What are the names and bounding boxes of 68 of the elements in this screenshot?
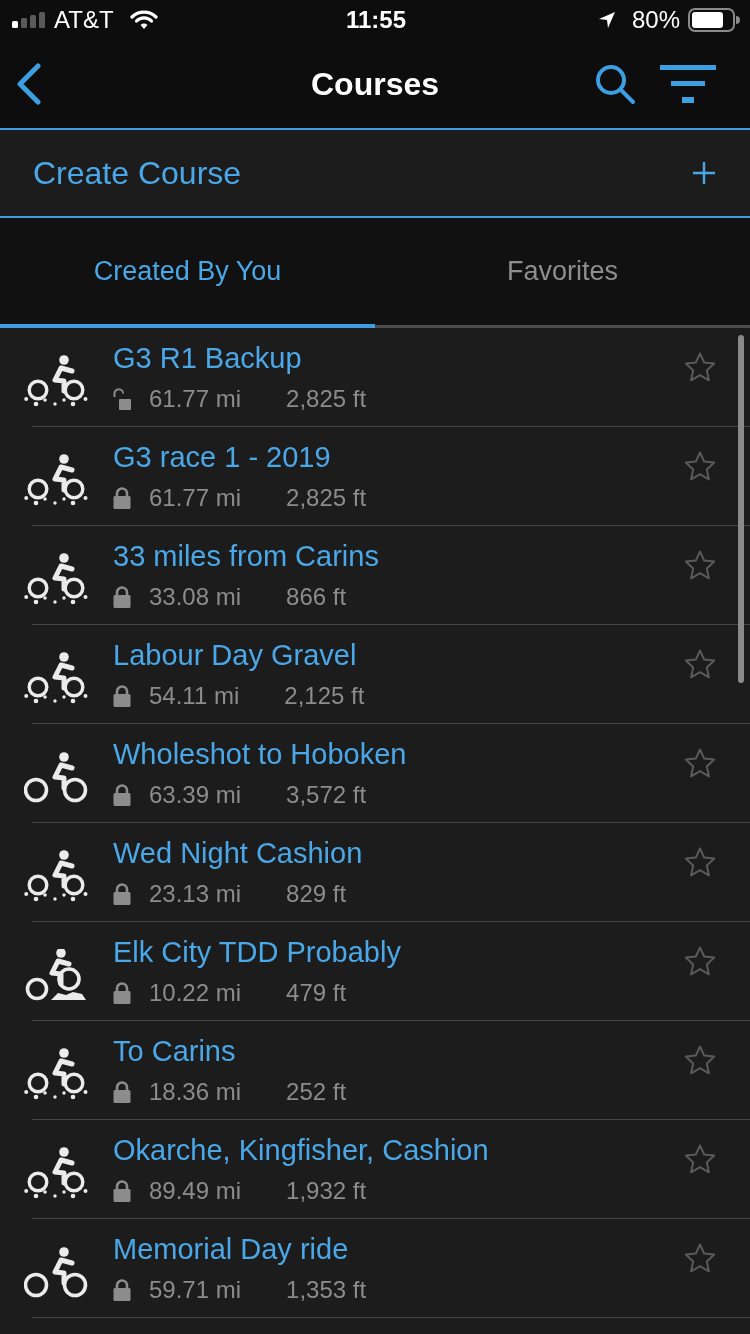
star-icon[interactable] [684, 352, 716, 383]
tab[interactable]: Favorites [375, 218, 750, 328]
cyclist-on-gravel-icon [24, 652, 88, 704]
cyclist-on-gravel-icon [24, 454, 88, 506]
battery-icon [688, 8, 740, 32]
course-name[interactable]: G3 R1 Backup [113, 340, 302, 376]
wifi-icon [129, 10, 158, 30]
cyclist-on-hill-icon [24, 949, 88, 1001]
course-distance: 18.36 mi [149, 1077, 242, 1107]
course-distance: 61.77 mi [149, 384, 242, 414]
star-icon[interactable] [684, 847, 716, 878]
course-elevation: 1,932 ft [286, 1176, 367, 1206]
course-elevation: 866 ft [286, 582, 347, 612]
carrier-name: AT&T [54, 6, 114, 34]
course-distance: 10.22 mi [149, 978, 242, 1008]
course-name[interactable]: Wed Night Cashion [113, 835, 363, 871]
course-name[interactable]: Wholeshot to Hoboken [113, 736, 407, 772]
course-distance: 59.71 mi [149, 1275, 242, 1305]
star-icon[interactable] [684, 1144, 716, 1175]
course-distance: 89.49 mi [149, 1176, 242, 1206]
course-elevation: 479 ft [286, 978, 347, 1008]
search-icon [594, 63, 636, 105]
back-chevron-icon [16, 63, 42, 105]
cyclist-icon [24, 751, 88, 803]
location-arrow-icon [597, 11, 616, 29]
star-icon[interactable] [684, 649, 716, 680]
course-name[interactable]: Elk City TDD Probably [113, 934, 401, 970]
course-name[interactable]: Memorial Day ride [113, 1231, 349, 1267]
cyclist-on-gravel-icon [24, 1048, 88, 1100]
cyclist-on-gravel-icon [24, 553, 88, 605]
course-distance: 63.39 mi [149, 780, 242, 810]
course-name[interactable]: To Carins [113, 1033, 236, 1069]
status-time: 11:55 [345, 6, 407, 34]
cyclist-on-gravel-icon [24, 355, 88, 407]
star-icon[interactable] [684, 451, 716, 482]
cyclist-icon [24, 1246, 88, 1298]
filter-button[interactable] [660, 65, 716, 103]
tab[interactable]: Created By You [0, 218, 375, 328]
signal-icon [12, 12, 46, 28]
course-distance: 23.13 mi [149, 879, 242, 909]
back-button[interactable] [16, 63, 42, 105]
star-icon[interactable] [684, 748, 716, 779]
course-elevation: 2,825 ft [286, 483, 367, 513]
course-name[interactable]: 33 miles from Carins [113, 538, 379, 574]
star-icon[interactable] [684, 1243, 716, 1274]
course-name[interactable]: Okarche, Kingfisher, Cashion [113, 1132, 489, 1168]
cyclist-on-gravel-icon [24, 1147, 88, 1199]
plus-icon [692, 161, 716, 185]
cyclist-on-gravel-icon [24, 850, 88, 902]
star-icon[interactable] [684, 1045, 716, 1076]
battery-percent: 80% [631, 6, 680, 34]
course-elevation: 829 ft [286, 879, 347, 909]
course-elevation: 2,125 ft [284, 681, 365, 711]
search-button[interactable] [594, 63, 636, 105]
course-name[interactable]: Labour Day Gravel [113, 637, 357, 673]
filter-icon [660, 65, 716, 103]
course-distance: 33.08 mi [149, 582, 242, 612]
course-name[interactable]: G3 race 1 - 2019 [113, 439, 331, 475]
course-elevation: 3,572 ft [286, 780, 367, 810]
course-distance: 54.11 mi [149, 681, 240, 711]
course-elevation: 1,353 ft [286, 1275, 367, 1305]
star-icon[interactable] [684, 946, 716, 977]
course-elevation: 252 ft [286, 1077, 347, 1107]
course-elevation: 2,825 ft [286, 384, 367, 414]
star-icon[interactable] [684, 550, 716, 581]
screen-title: Courses [311, 65, 440, 104]
course-distance: 61.77 mi [149, 483, 242, 513]
create-course-button[interactable]: Create Course [0, 128, 750, 218]
